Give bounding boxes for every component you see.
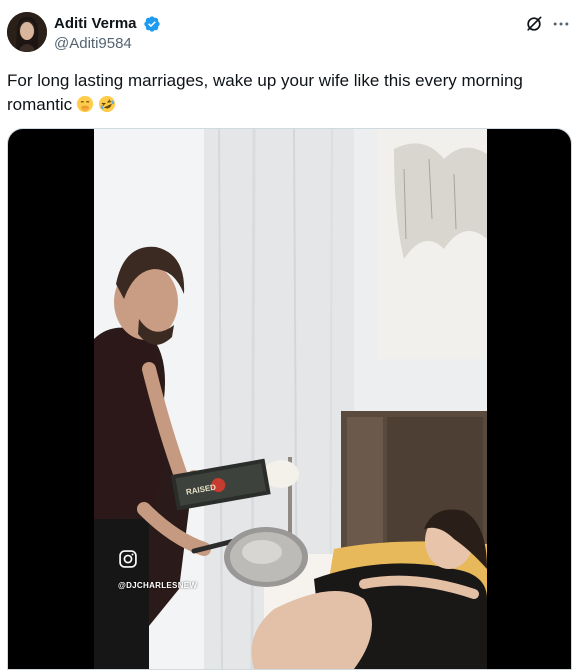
tweet-text: For long lasting marriages, wake up your…: [7, 69, 567, 120]
video-frame[interactable]: RAISED @DJCHARLESNEW: [94, 129, 487, 669]
video-player[interactable]: RAISED @DJCHARLESNEW: [7, 128, 572, 670]
tweet-header: Aditi Verma @Aditi9584: [0, 0, 577, 62]
video-watermark: @DJCHARLESNEW: [118, 581, 198, 590]
rolling-on-floor-laughing-icon: [98, 95, 116, 120]
author-handle[interactable]: @Aditi9584: [54, 35, 132, 52]
grok-icon[interactable]: [524, 14, 544, 34]
avatar[interactable]: [7, 12, 47, 52]
author-name[interactable]: Aditi Verma: [54, 15, 137, 32]
instagram-icon: [119, 550, 137, 568]
verified-badge-icon: [144, 16, 160, 32]
more-options-icon[interactable]: [551, 14, 571, 34]
face-with-hand-over-mouth-icon: [76, 95, 94, 120]
